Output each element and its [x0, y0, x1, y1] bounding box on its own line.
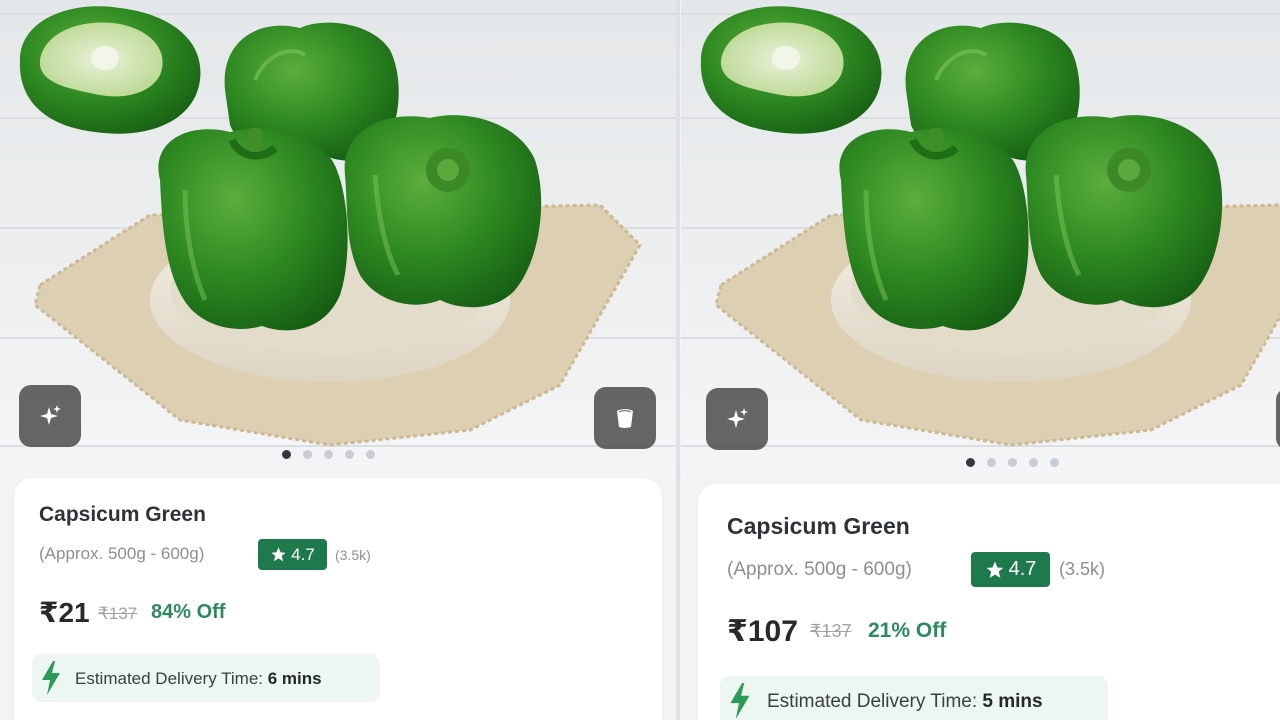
product-price: ₹21	[39, 597, 90, 628]
rating-value: 4.7	[1008, 558, 1037, 580]
product-mrp: ₹137	[810, 621, 852, 641]
product-title: Capsicum Green	[727, 513, 910, 539]
carousel-dot[interactable]	[1050, 458, 1059, 467]
carousel-dots	[966, 458, 1059, 467]
discount-label: 84% Off	[151, 601, 226, 623]
carousel-dots	[282, 450, 375, 459]
rating-badge: 4.7	[258, 539, 327, 570]
ai-assistant-button[interactable]	[706, 388, 768, 450]
carousel-dot[interactable]	[303, 450, 312, 459]
lightning-bolt-icon	[42, 661, 60, 695]
carousel-dot[interactable]	[345, 450, 354, 459]
ar-view-button[interactable]	[594, 387, 656, 449]
delivery-estimate: Estimated Delivery Time: 6 mins	[32, 654, 380, 702]
delivery-time: 6 mins	[267, 669, 322, 688]
star-icon	[271, 547, 286, 562]
ar-view-button[interactable]	[1276, 388, 1280, 450]
delivery-estimate: Estimated Delivery Time: 5 mins	[720, 676, 1108, 720]
delivery-text: Estimated Delivery Time: 6 mins	[75, 669, 322, 689]
sparkle-icon	[727, 408, 748, 428]
carousel-dot[interactable]	[1029, 458, 1038, 467]
delivery-label: Estimated Delivery Time:	[75, 669, 263, 688]
carousel-dot[interactable]	[366, 450, 375, 459]
carousel-dot[interactable]	[282, 450, 291, 459]
product-image[interactable]	[0, 0, 676, 480]
star-icon	[986, 561, 1003, 578]
rating-count: (3.5k)	[335, 547, 371, 563]
product-weight: (Approx. 500g - 600g)	[39, 544, 205, 563]
rating-value: 4.7	[291, 544, 315, 564]
product-image[interactable]	[681, 0, 1280, 480]
product-panel-right: Capsicum Green (Approx. 500g - 600g) 4.7…	[680, 0, 1280, 720]
carousel-dot[interactable]	[1008, 458, 1017, 467]
product-info-card: Capsicum Green (Approx. 500g - 600g) 4.7…	[14, 478, 662, 720]
carousel-dot[interactable]	[966, 458, 975, 467]
product-info-card: Capsicum Green (Approx. 500g - 600g) 4.7…	[698, 484, 1280, 720]
product-title: Capsicum Green	[39, 503, 206, 526]
rating-badge: 4.7	[971, 552, 1050, 587]
discount-label: 21% Off	[868, 619, 947, 642]
delivery-label: Estimated Delivery Time:	[767, 691, 978, 712]
lightning-bolt-icon	[730, 683, 750, 719]
carousel-dot[interactable]	[324, 450, 333, 459]
ai-assistant-button[interactable]	[19, 385, 81, 447]
product-panel-left: Capsicum Green (Approx. 500g - 600g) 4.7…	[0, 0, 676, 720]
sparkle-icon	[40, 405, 61, 425]
product-weight: (Approx. 500g - 600g)	[727, 559, 912, 580]
ar-view-icon	[617, 409, 633, 428]
delivery-text: Estimated Delivery Time: 5 mins	[767, 691, 1043, 713]
rating-count: (3.5k)	[1059, 559, 1106, 579]
delivery-time: 5 mins	[982, 691, 1043, 712]
product-mrp: ₹137	[98, 604, 138, 623]
carousel-dot[interactable]	[987, 458, 996, 467]
product-price: ₹107	[727, 615, 798, 648]
